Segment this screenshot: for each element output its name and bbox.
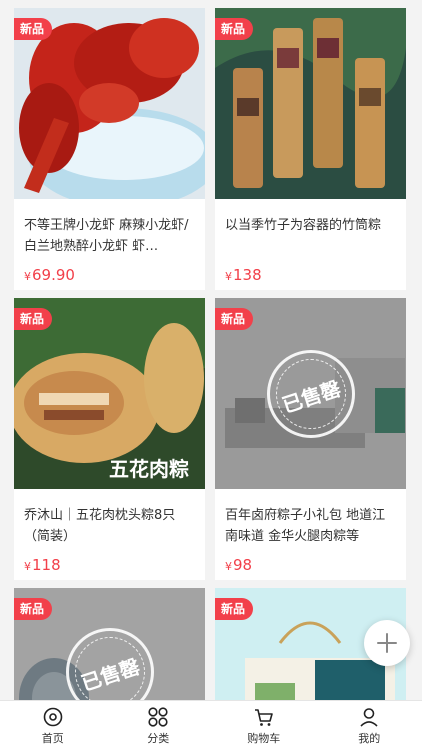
currency-symbol: ¥ (24, 560, 31, 573)
currency-symbol: ¥ (24, 270, 31, 283)
product-card[interactable]: 新品 以当季竹子为容器的竹筒粽 ¥138 (215, 8, 406, 290)
new-badge: 新品 (215, 308, 254, 330)
new-badge: 新品 (14, 308, 53, 330)
sold-out-label: 已售罄 (78, 654, 143, 696)
image-caption: 五花肉粽 (109, 457, 189, 481)
new-badge: 新品 (215, 598, 254, 620)
category-icon (148, 706, 168, 727)
product-card[interactable]: 五花肉粽 新品 乔沐山｜五花肉枕头粽8只（简装） ¥118 (14, 298, 205, 580)
product-price: ¥118 (24, 556, 61, 574)
product-image[interactable]: 新品 (14, 8, 205, 199)
currency-symbol: ¥ (225, 270, 232, 283)
tab-profile-label: 我的 (358, 731, 381, 745)
product-title[interactable]: 不等王牌小龙虾 麻辣小龙虾/白兰地熟醉小龙虾 虾… (24, 215, 196, 257)
currency-symbol: ¥ (225, 560, 232, 573)
price-value: 98 (233, 556, 253, 574)
product-title[interactable]: 百年卤府粽子小礼包 地道江南味道 金华火腿肉粽等 (225, 505, 397, 547)
plus-icon (377, 633, 397, 653)
new-badge: 新品 (14, 18, 53, 40)
product-image[interactable]: 新品 (215, 8, 406, 199)
add-button[interactable] (364, 620, 410, 666)
product-title[interactable]: 乔沐山｜五花肉枕头粽8只（简装） (24, 505, 196, 547)
product-image[interactable]: 已售罄 新品 (215, 298, 406, 489)
user-icon (360, 707, 378, 727)
tab-cart[interactable]: 购物车 (211, 701, 317, 750)
product-image[interactable]: 已售罄 新品 (14, 588, 205, 700)
product-price: ¥98 (225, 556, 252, 574)
sold-out-stamp: 已售罄 (267, 350, 355, 438)
new-badge: 新品 (215, 18, 254, 40)
tab-home[interactable]: 首页 (0, 701, 106, 750)
tab-home-label: 首页 (41, 731, 64, 745)
price-value: 138 (233, 266, 262, 284)
product-card[interactable]: 已售罄 新品 百年卤府粽子小礼包 地道江南味道 金华火腿肉粽等 ¥98 (215, 298, 406, 580)
bottom-tab-bar: 首页 分类 购物车 我的 (0, 700, 422, 750)
product-price: ¥138 (225, 266, 262, 284)
cart-icon (254, 708, 273, 726)
new-badge: 新品 (14, 598, 53, 620)
product-price: ¥69.90 (24, 266, 75, 284)
product-image[interactable]: 五花肉粽 新品 (14, 298, 205, 489)
tab-category[interactable]: 分类 (106, 701, 212, 750)
product-title[interactable]: 以当季竹子为容器的竹筒粽 (225, 215, 397, 257)
tab-cart-label: 购物车 (247, 731, 281, 745)
product-grid: 新品 不等王牌小龙虾 麻辣小龙虾/白兰地熟醉小龙虾 虾… ¥69.90 新品 以… (0, 0, 422, 700)
price-value: 69.90 (32, 266, 75, 284)
product-card[interactable]: 新品 不等王牌小龙虾 麻辣小龙虾/白兰地熟醉小龙虾 虾… ¥69.90 (14, 8, 205, 290)
home-icon (43, 707, 63, 726)
tab-category-label: 分类 (147, 731, 170, 745)
tab-profile[interactable]: 我的 (317, 701, 422, 750)
product-card[interactable]: 已售罄 新品 (14, 588, 205, 700)
price-value: 118 (32, 556, 61, 574)
sold-out-label: 已售罄 (279, 376, 344, 418)
